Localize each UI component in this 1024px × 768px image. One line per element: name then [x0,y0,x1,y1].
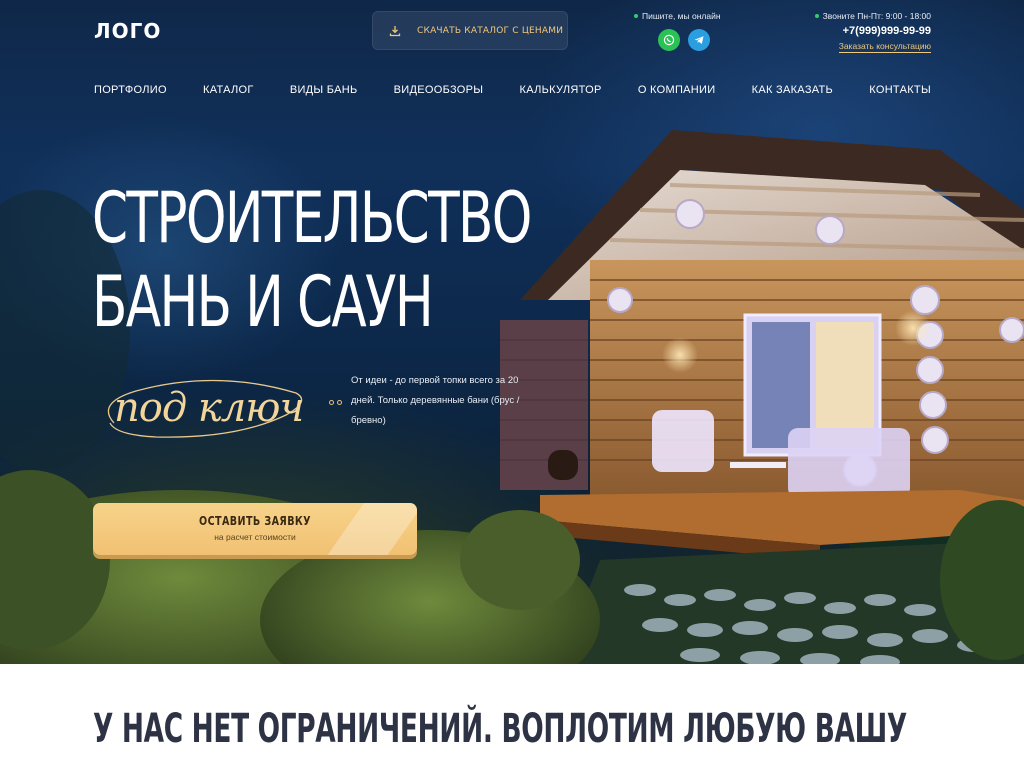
working-hours: Звоните Пн-Пт: 9:00 - 18:00 [814,11,931,21]
phone-link[interactable]: +7(999)999-99-99 [843,25,931,37]
telegram-button[interactable] [688,29,710,51]
button-shine [314,503,417,555]
download-icon [389,25,401,36]
hero-title-line-2: БАНЬ И САУН [92,261,434,343]
hero-section: ЛОГО СКАЧАТЬ КАТАЛОГ С ЦЕНАМИ Пишите, мы… [0,0,1024,664]
hero-title-line-1: СТРОИТЕЛЬСТВО [92,177,532,259]
submit-request-sublabel: на расчет стоимости [214,532,296,542]
whatsapp-button[interactable] [658,29,680,51]
hero-lead-text: От идеи - до первой топки всего за 20 дн… [351,375,520,426]
turnkey-script-text: под ключ [114,385,304,431]
online-status: Пишите, мы онлайн [634,11,721,21]
online-status-text: Пишите, мы онлайн [642,11,721,21]
consultation-link[interactable]: Заказать консультацию [838,41,931,53]
whatsapp-icon [663,34,675,46]
nav-item-about[interactable]: О КОМПАНИИ [638,84,716,96]
advantages-section: У НАС НЕТ ОГРАНИЧЕНИЙ. ВОПЛОТИМ ЛЮБУЮ ВА… [0,664,1024,768]
nav-item-portfolio[interactable]: ПОРТФОЛИО [94,84,167,96]
nav-item-calculator[interactable]: КАЛЬКУЛЯТОР [520,84,602,96]
download-catalog-button[interactable]: СКАЧАТЬ КАТАЛОГ С ЦЕНАМИ [372,11,568,50]
online-dot-icon [634,14,638,18]
turnkey-script-badge: под ключ [96,373,306,445]
submit-request-button[interactable]: ОСТАВИТЬ ЗАЯВКУ на расчет стоимости [93,503,417,555]
nav-item-contacts[interactable]: КОНТАКТЫ [869,84,931,96]
main-nav: ПОРТФОЛИО КАТАЛОГ ВИДЫ БАНЬ ВИДЕООБЗОРЫ … [94,84,931,96]
nav-item-catalog[interactable]: КАТАЛОГ [203,84,254,96]
lead-bullet-icon [329,400,342,405]
online-dot-icon [814,14,819,18]
section-heading: У НАС НЕТ ОГРАНИЧЕНИЙ. ВОПЛОТИМ ЛЮБУЮ ВА… [93,706,907,752]
submit-request-label: ОСТАВИТЬ ЗАЯВКУ [199,514,311,528]
nav-item-how-to-order[interactable]: КАК ЗАКАЗАТЬ [752,84,833,96]
nav-item-video-reviews[interactable]: ВИДЕООБЗОРЫ [394,84,484,96]
logo[interactable]: ЛОГО [94,19,161,43]
nav-item-bath-types[interactable]: ВИДЫ БАНЬ [290,84,358,96]
working-hours-text: Звоните Пн-Пт: 9:00 - 18:00 [822,11,931,21]
download-catalog-label: СКАЧАТЬ КАТАЛОГ С ЦЕНАМИ [417,25,564,36]
telegram-icon [694,36,704,44]
hero-title: СТРОИТЕЛЬСТВО БАНЬ И САУН [92,176,532,344]
